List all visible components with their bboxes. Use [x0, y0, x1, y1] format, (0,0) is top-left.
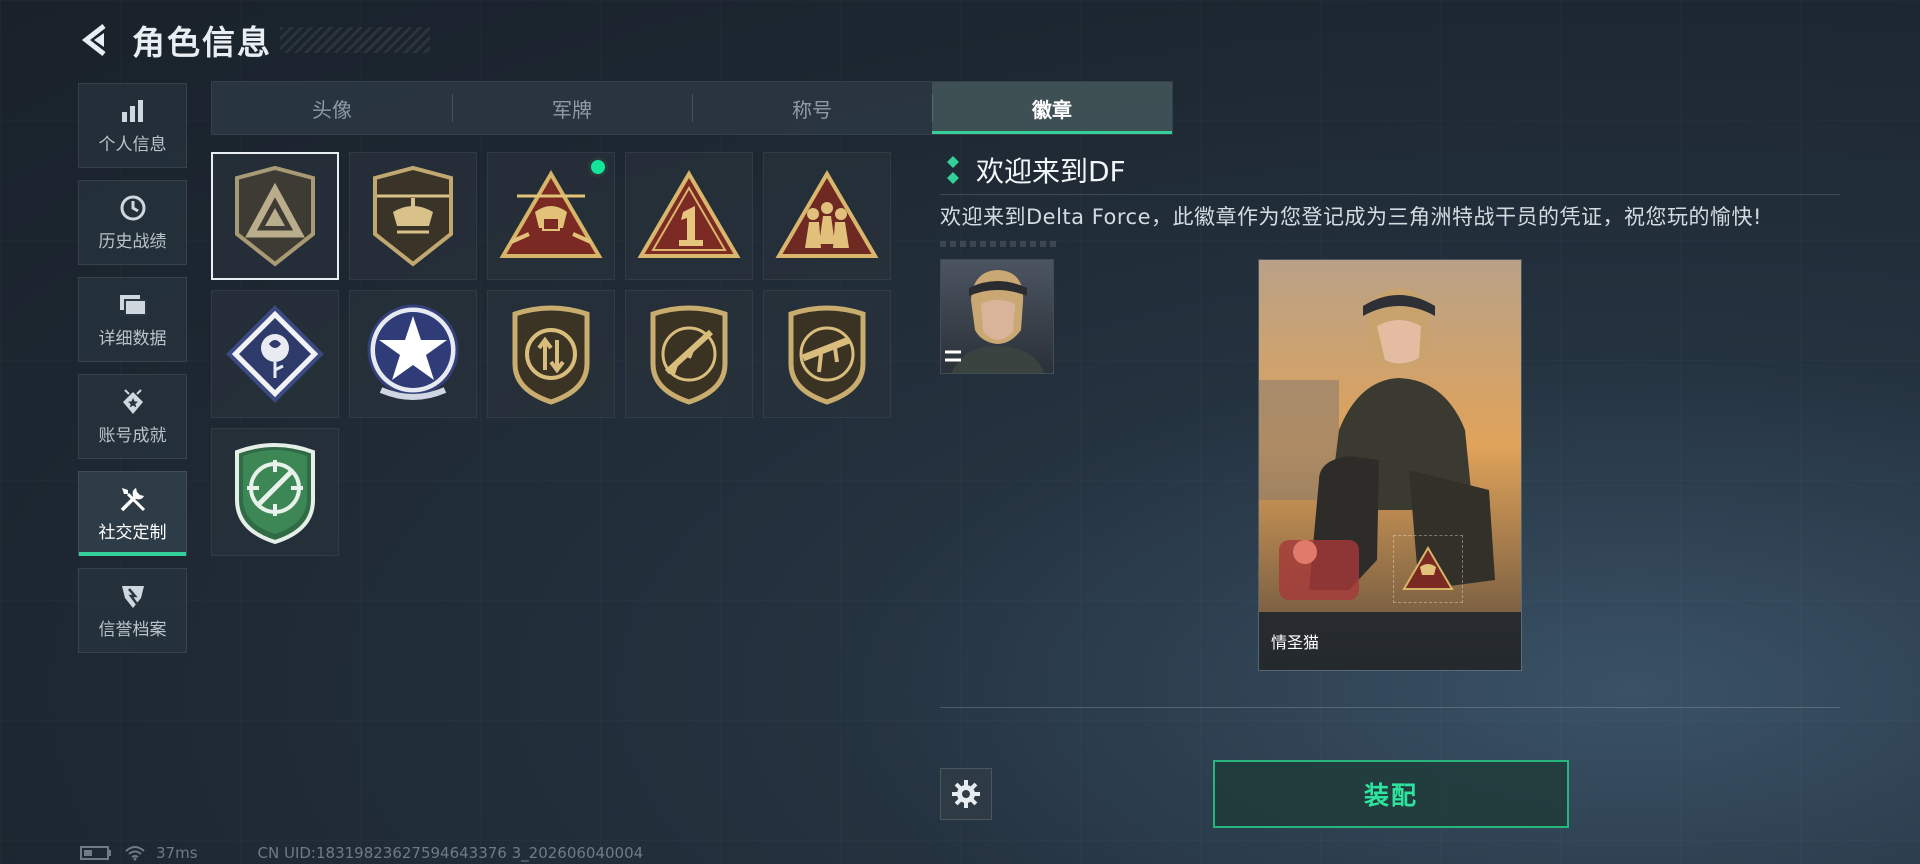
- badge-detail-panel: 欢迎来到DF 欢迎来到Delta Force，此徽章作为您登记成为三角洲特战干员…: [940, 150, 1840, 247]
- soldier-helicopter-badge-icon: [499, 170, 603, 258]
- badge-cell[interactable]: [763, 152, 891, 280]
- nav-label: 信誉档案: [98, 620, 167, 640]
- nav-label: 社交定制: [98, 523, 167, 543]
- badge-cell[interactable]: [487, 152, 615, 280]
- settings-button[interactable]: [940, 768, 992, 820]
- bar-chart-icon: [118, 96, 148, 126]
- status-bar: 37ms CN UID:18319823627594643376 3_20260…: [80, 844, 643, 862]
- shield-icon: [118, 581, 148, 611]
- battery-icon: [80, 846, 111, 860]
- back-arrow-icon[interactable]: [78, 23, 112, 57]
- badge-name: 欢迎来到DF: [976, 155, 1126, 188]
- nav-item-match-history[interactable]: 历史战绩: [78, 180, 187, 265]
- nav-label: 个人信息: [98, 135, 167, 155]
- nav-item-achievements[interactable]: 账号成就: [78, 374, 187, 459]
- badge-cell[interactable]: [211, 290, 339, 418]
- title-decoration: [280, 27, 430, 53]
- description-decoration: [940, 241, 1060, 247]
- equipped-badge-icon: [1402, 546, 1454, 590]
- detail-divider: [940, 194, 1840, 195]
- rifle-badge-icon: [650, 305, 728, 405]
- nav-label: 历史战绩: [98, 232, 167, 252]
- badge-cell[interactable]: [625, 152, 753, 280]
- tab-bar: 头像 军牌 称号 徽章: [211, 81, 1173, 135]
- tab-badge[interactable]: 徽章: [932, 82, 1172, 134]
- badge-grid: [211, 152, 906, 556]
- header: 角色信息: [78, 18, 430, 62]
- green-crosshair-badge-icon: [235, 443, 315, 545]
- page-title: 角色信息: [132, 23, 272, 62]
- badge-cell[interactable]: [211, 152, 339, 280]
- double-diamond-icon: [947, 156, 959, 184]
- user-uid: CN UID:18319823627594643376 3_2026060400…: [257, 844, 644, 862]
- delta-triangle-badge-icon: [235, 165, 315, 267]
- number-one-badge-icon: [637, 170, 741, 258]
- badge-cell[interactable]: [349, 152, 477, 280]
- tab-avatar[interactable]: 头像: [212, 82, 452, 134]
- character-portrait: [1259, 260, 1521, 670]
- nav-label: 账号成就: [98, 426, 167, 446]
- gear-icon: [952, 780, 980, 808]
- left-nav: 个人信息 历史战绩 详细数据 账号成就 社交定制 信誉档案: [78, 83, 187, 665]
- badge-cell[interactable]: [763, 290, 891, 418]
- squad-badge-icon: [775, 170, 879, 258]
- badge-cell[interactable]: [487, 290, 615, 418]
- detail-title-row: 欢迎来到DF: [940, 150, 1840, 190]
- equip-button[interactable]: 装配: [1213, 760, 1569, 828]
- folder-icon: [118, 290, 148, 320]
- bottom-divider: [940, 707, 1840, 708]
- avatar-thumbnail[interactable]: [940, 259, 1054, 374]
- nav-item-personal-info[interactable]: 个人信息: [78, 83, 187, 168]
- arrow-shield-badge-icon: [512, 305, 590, 405]
- nav-item-social-custom[interactable]: 社交定制: [78, 471, 187, 556]
- nav-item-reputation[interactable]: 信誉档案: [78, 568, 187, 653]
- tab-dogtag[interactable]: 军牌: [452, 82, 692, 134]
- tab-title[interactable]: 称号: [692, 82, 932, 134]
- badge-cell[interactable]: [625, 290, 753, 418]
- rose-badge-icon: [226, 305, 324, 403]
- badge-cell[interactable]: [349, 290, 477, 418]
- nav-item-detailed-data[interactable]: 详细数据: [78, 277, 187, 362]
- star-badge-icon: [367, 304, 459, 400]
- tools-icon: [118, 484, 148, 514]
- wifi-icon: [125, 846, 145, 861]
- smg-badge-icon: [788, 305, 866, 405]
- character-name: 情圣猫: [1271, 633, 1320, 652]
- character-card: 情圣猫: [1258, 259, 1522, 671]
- equip-label: 装配: [1363, 781, 1418, 810]
- equipped-badge-slot: [1393, 535, 1463, 603]
- new-indicator: [588, 157, 608, 177]
- badge-cell[interactable]: [211, 428, 339, 556]
- nav-label: 详细数据: [98, 329, 167, 349]
- badge-description: 欢迎来到Delta Force，此徽章作为您登记成为三角洲特战干员的凭证，祝您玩…: [940, 205, 1762, 229]
- achievement-icon: [118, 387, 148, 417]
- card-name-bar: 情圣猫: [1259, 612, 1521, 670]
- clock-icon: [118, 193, 148, 223]
- helicopter-badge-icon: [373, 165, 453, 267]
- ping-value: 37ms: [156, 844, 198, 862]
